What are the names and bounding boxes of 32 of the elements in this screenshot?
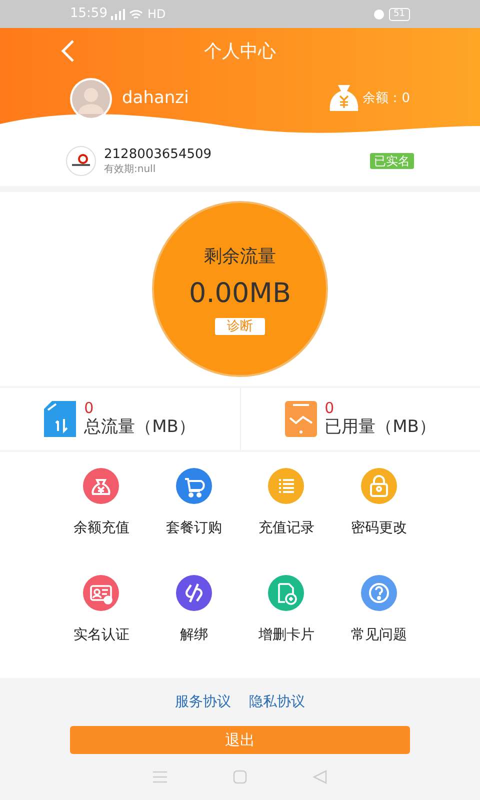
carrier-logo [66, 146, 96, 176]
stat-label: 总流量（MB） [84, 416, 196, 438]
username: dahanzi [122, 87, 190, 110]
stat-value: 0 [324, 400, 336, 416]
home-icon[interactable] [233, 770, 247, 784]
balance-label: 余额：0 [362, 90, 410, 108]
menu-item[interactable]: 常见问题 [332, 571, 425, 678]
validity-text: 有效期:null [104, 162, 157, 176]
menu-icon[interactable] [153, 771, 167, 783]
verified-badge: 已实名 [370, 153, 414, 169]
stat-value: 0 [84, 400, 95, 416]
menu-item[interactable]: 增删卡片 [240, 571, 332, 678]
menu-item[interactable]: 实名认证 [55, 571, 148, 678]
menu-item[interactable]: 套餐订购 [148, 464, 240, 571]
signal-icon [111, 8, 126, 20]
avatar [70, 78, 112, 120]
stat-label: 已用量（MB） [324, 416, 436, 438]
page-title: 个人中心 [203, 40, 277, 64]
flow-title: 剩余流量 [204, 244, 276, 269]
back-icon[interactable] [60, 39, 76, 63]
wifi-icon [129, 8, 144, 20]
menu-item[interactable]: 密码更改 [332, 464, 425, 571]
agreement-link[interactable]: 隐私协议 [249, 692, 305, 712]
menu-item[interactable]: 解绑 [148, 571, 240, 678]
card-number: 2128003654509 [104, 146, 213, 162]
menu-item[interactable]: 余额充值 [55, 464, 148, 571]
agreement-link[interactable]: 服务协议 [175, 692, 231, 712]
menu-item[interactable]: 充值记录 [240, 464, 332, 571]
back-triangle-icon[interactable] [313, 770, 327, 784]
tablet-chart-icon [284, 401, 317, 437]
data-card-icon [44, 401, 76, 437]
flow-value: 0.00MB [189, 276, 291, 311]
